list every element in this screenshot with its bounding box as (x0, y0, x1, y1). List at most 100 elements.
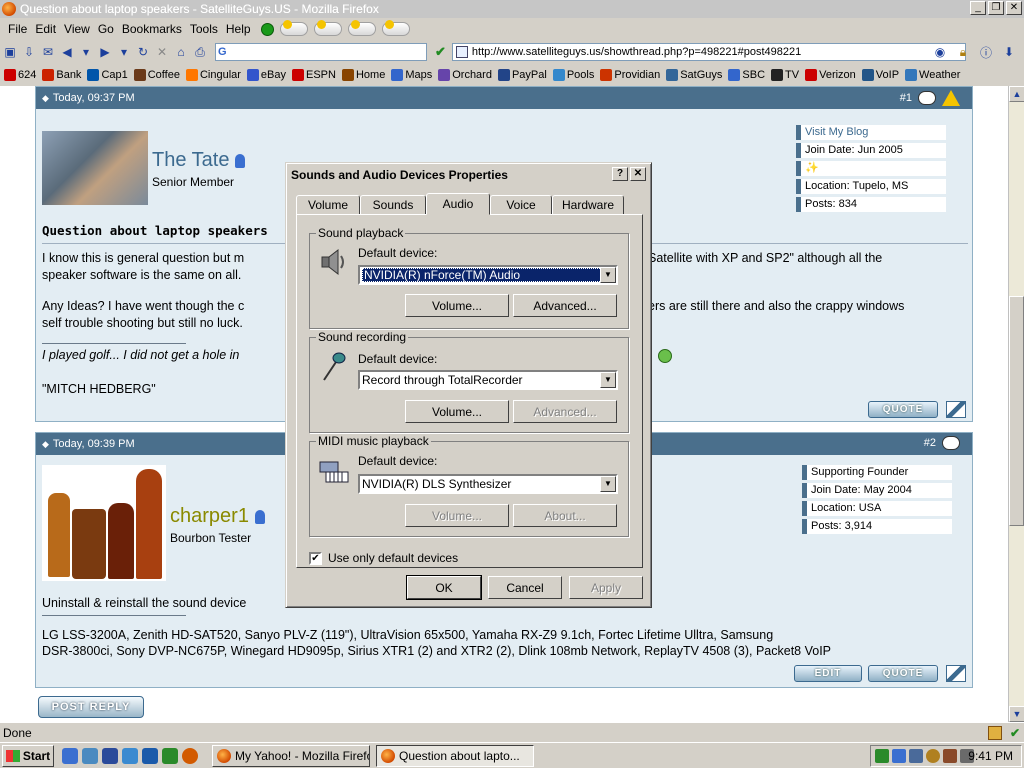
playback-advanced-button[interactable]: Advanced... (513, 294, 617, 317)
tray-globe-icon[interactable] (926, 749, 940, 763)
reload-icon[interactable]: ↻ (135, 44, 151, 60)
recording-device-select[interactable]: Record through TotalRecorder ▼ (358, 370, 618, 390)
chevron-down-icon[interactable]: ▼ (600, 372, 616, 388)
bookmark-cap1[interactable]: Cap1 (87, 69, 128, 81)
checkbox-box[interactable]: ✔ (309, 551, 322, 565)
lock-icon[interactable]: 🔒︎ (955, 44, 971, 60)
bookmark-paypal[interactable]: PayPal (497, 69, 547, 81)
back-dropdown-icon[interactable]: ▾ (78, 44, 94, 60)
taskbar-item-current[interactable]: Question about lapto... (376, 744, 534, 767)
help-button[interactable]: ? (612, 167, 628, 181)
start-button[interactable]: Start (2, 744, 54, 767)
menu-go[interactable]: Go (94, 22, 118, 36)
url-input[interactable]: http://www.satelliteguys.us/showthread.p… (451, 43, 966, 61)
menu-edit[interactable]: Edit (31, 22, 60, 36)
chevron-down-icon[interactable]: ▼ (600, 476, 616, 492)
show-desktop-icon[interactable] (62, 747, 78, 764)
tab-hardware[interactable]: Hardware (552, 195, 624, 215)
bookmark-sbc[interactable]: SBC (728, 69, 765, 81)
forward-dropdown-icon[interactable]: ▾ (116, 44, 132, 60)
post-number-link[interactable]: #1 (900, 92, 912, 104)
midi-device-select[interactable]: NVIDIA(R) DLS Synthesizer ▼ (358, 474, 618, 494)
home-icon[interactable]: ⌂ (173, 44, 189, 60)
report-warning-icon[interactable] (942, 90, 960, 106)
bookmark-verizon[interactable]: Verizon (805, 69, 856, 81)
print-icon[interactable]: ⎙ (192, 44, 208, 60)
security-lock-icon[interactable] (988, 725, 1002, 740)
menu-bookmarks[interactable]: Bookmarks (118, 22, 186, 36)
recording-volume-button[interactable]: Volume... (405, 400, 509, 423)
bookmark-weather[interactable]: Weather (905, 69, 960, 81)
username-text[interactable]: The Tate (152, 149, 229, 171)
tab-volume[interactable]: Volume (296, 195, 360, 215)
bookmark-tv[interactable]: TV (771, 69, 799, 81)
app-green-icon[interactable] (162, 747, 178, 764)
menu-help[interactable]: Help (222, 22, 255, 36)
forward-icon[interactable]: ▶ (97, 44, 113, 60)
close-button[interactable]: ✕ (1006, 1, 1022, 15)
use-default-devices-checkbox[interactable]: ✔ Use only default devices (309, 551, 458, 565)
vertical-scrollbar[interactable]: ▲ ▼ (1008, 86, 1024, 722)
bookmark-voip[interactable]: VoIP (861, 69, 899, 81)
tray-mail-icon[interactable] (875, 749, 889, 763)
weather-storm-icon[interactable] (347, 20, 376, 36)
check-icon[interactable]: ✔ (435, 44, 446, 60)
multiquote-icon[interactable] (946, 401, 966, 418)
tray-settings-icon[interactable] (943, 749, 957, 763)
mail-icon[interactable]: ✉ (40, 44, 56, 60)
weather-cloud-icon[interactable] (313, 20, 342, 36)
bookmark-espn[interactable]: ESPN (292, 69, 336, 81)
globe-icon[interactable]: ◉ (932, 44, 948, 60)
scroll-up-button[interactable]: ▲ (1009, 86, 1024, 102)
bookmark-orchard[interactable]: Orchard (438, 69, 492, 81)
quote-button[interactable]: QUOTE (868, 665, 938, 682)
tray-display-icon[interactable] (909, 749, 923, 763)
menu-tools[interactable]: Tools (186, 22, 222, 36)
scroll-down-button[interactable]: ▼ (1009, 706, 1024, 722)
weather-sun-icon[interactable] (279, 20, 308, 36)
restore-button[interactable]: ❐ (988, 1, 1004, 15)
dialog-close-button[interactable]: ✕ (630, 167, 646, 181)
bookmark-home[interactable]: Home (341, 69, 385, 81)
visit-blog-link[interactable]: Visit My Blog (796, 125, 946, 140)
firefox-quicklaunch-icon[interactable] (182, 747, 198, 764)
post-number-link[interactable]: #2 (924, 437, 936, 449)
bookmark-bank[interactable]: Bank (42, 69, 81, 81)
info-icon[interactable]: ⓘ (978, 44, 994, 60)
bookmark-coffee[interactable]: Coffee (133, 69, 180, 81)
tab-sounds[interactable]: Sounds (360, 195, 426, 215)
go-status-icon[interactable] (260, 22, 274, 36)
bookmark-maps[interactable]: Maps (391, 69, 432, 81)
taskbar-item-yahoo[interactable]: My Yahoo! - Mozilla Firefox (212, 744, 370, 767)
edit-button[interactable]: EDIT (794, 665, 862, 682)
search-input[interactable]: G (215, 43, 427, 61)
weather-partly-cloudy-icon[interactable] (381, 20, 410, 36)
stop-icon[interactable]: ✕ (154, 44, 170, 60)
media-player-icon[interactable] (142, 747, 158, 764)
network-icon[interactable] (82, 747, 98, 764)
new-window-icon[interactable]: ▣ (2, 44, 18, 60)
playback-volume-button[interactable]: Volume... (405, 294, 509, 317)
bookmark-ebay[interactable]: eBay (246, 69, 286, 81)
playback-device-select[interactable]: NVIDIA(R) nForce(TM) Audio ▼ (358, 265, 618, 285)
post-reply-button[interactable]: POST REPLY (38, 696, 144, 718)
speech-bubble-icon[interactable] (918, 91, 936, 105)
tab-audio[interactable]: Audio (426, 193, 490, 215)
ok-button[interactable]: OK (406, 575, 482, 600)
download-arrow-icon[interactable]: ⬇ (1001, 44, 1017, 60)
tab-voice[interactable]: Voice (490, 195, 552, 215)
quote-button[interactable]: QUOTE (868, 401, 938, 418)
cancel-button[interactable]: Cancel (488, 576, 562, 599)
chevron-down-icon[interactable]: ▼ (600, 267, 616, 283)
bookmark-cingular[interactable]: Cingular (185, 69, 241, 81)
menu-view[interactable]: View (60, 22, 94, 36)
scroll-thumb[interactable] (1009, 296, 1024, 526)
menu-file[interactable]: File (4, 22, 31, 36)
username-text[interactable]: charper1 (170, 505, 249, 527)
download-icon[interactable]: ⇩ (21, 44, 37, 60)
bookmark-satguys[interactable]: SatGuys (666, 69, 722, 81)
bookmark-pools[interactable]: Pools (552, 69, 594, 81)
username[interactable]: The Tate (152, 149, 246, 172)
app-icon[interactable] (102, 747, 118, 764)
tray-network-icon[interactable] (892, 749, 906, 763)
